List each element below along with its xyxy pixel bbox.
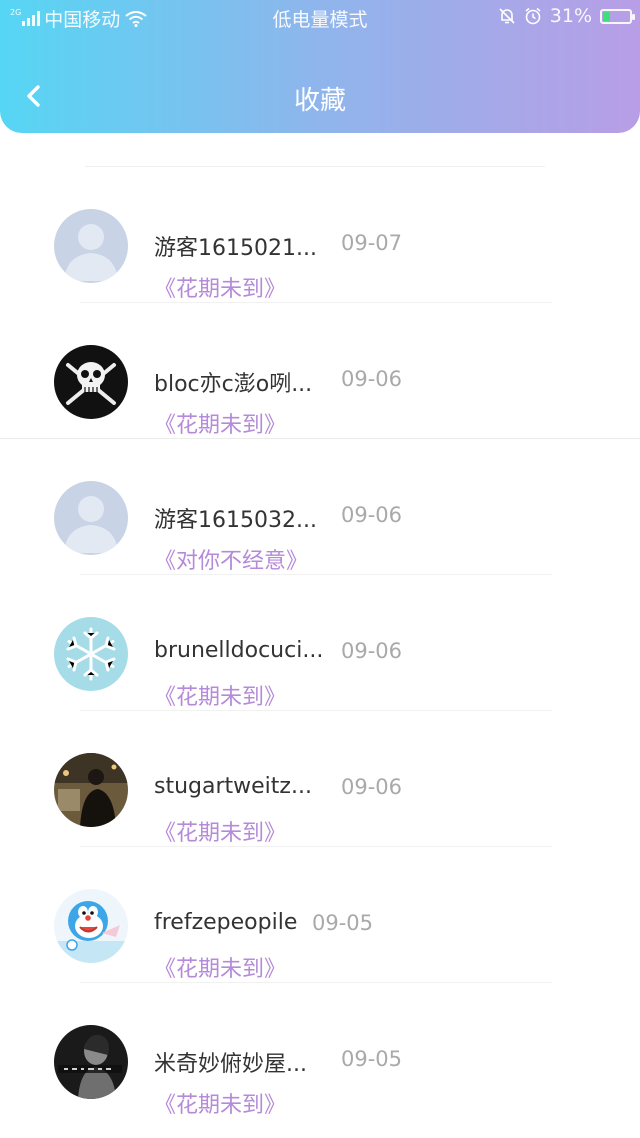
list-item[interactable]: stugartweitz... 09-06 《花期未到》 [0,711,640,847]
song-title[interactable]: 《对你不经意》 [154,543,308,575]
song-title[interactable]: 《花期未到》 [154,407,286,439]
user-name: brunelldocuci... [154,638,324,663]
status-right: 31% [498,5,635,27]
snowflake-avatar-icon [54,617,128,691]
list-item[interactable]: 米奇妙俯妙屋... 09-05 《花期未到》 [0,983,640,1119]
page-title: 收藏 [293,86,346,116]
song-title[interactable]: 《花期未到》 [154,679,286,711]
date-label: 09-06 [341,639,403,663]
song-title[interactable]: 《花期未到》 [154,815,286,847]
bw-photo-avatar-icon [54,1025,128,1099]
cartoon-avatar-icon [54,889,128,963]
user-name: 米奇妙俯妙屋... [154,1052,307,1077]
list-item[interactable]: frefzepeopile 09-05 《花期未到》 [0,847,640,983]
battery-fill [603,11,610,21]
alarm-icon [524,7,542,25]
navbar: 收藏 [0,70,640,124]
status-bar: 2G 中国移动 低电量模式 31% [0,0,640,34]
list-item[interactable]: brunelldocuci... 09-06 《花期未到》 [0,575,640,711]
song-title[interactable]: 《花期未到》 [154,271,286,303]
default-avatar-icon [54,481,128,555]
list-item[interactable]: bloc亦c澎o咧... 09-06 《花期未到》 [0,303,640,439]
battery-icon [600,8,635,24]
photo-avatar-icon [54,753,128,827]
date-label: 09-07 [341,231,403,255]
list-item[interactable]: 游客1615021... 09-07 《花期未到》 [0,167,640,303]
date-label: 09-06 [341,503,403,527]
battery-percent: 31% [549,5,592,27]
list-item[interactable]: 游客1615032... 09-06 《对你不经意》 [0,439,640,575]
user-name: stugartweitz... [154,774,312,799]
skull-avatar-icon [54,345,128,419]
user-name: bloc亦c澎o咧... [154,372,313,397]
song-title[interactable]: 《花期未到》 [154,1087,286,1119]
user-name: frefzepeopile [154,910,298,935]
date-label: 09-06 [341,367,403,391]
date-label: 09-05 [312,911,374,935]
date-label: 09-06 [341,775,403,799]
favorites-list: 游客1615021... 09-07 《花期未到》 bloc亦c澎o咧... 0… [0,150,640,1119]
bell-off-icon [498,7,516,25]
user-name: 游客1615032... [154,508,317,533]
default-avatar-icon [54,209,128,283]
header: 2G 中国移动 低电量模式 31% 收藏 [0,0,640,133]
song-title[interactable]: 《花期未到》 [154,951,286,983]
user-name: 游客1615021... [154,236,317,261]
list-top-divider [85,150,545,167]
date-label: 09-05 [341,1047,403,1071]
